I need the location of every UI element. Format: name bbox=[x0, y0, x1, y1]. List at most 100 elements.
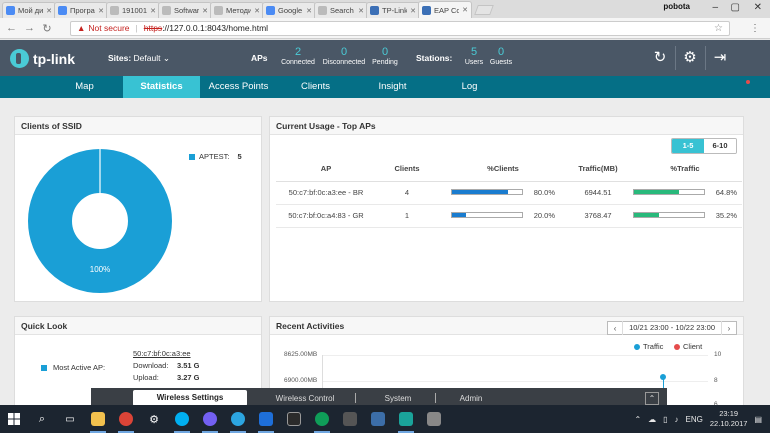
tab-wireless-settings[interactable]: Wireless Settings bbox=[133, 390, 247, 406]
app-header: tp-link Sites: Default ⌄ APs 2 Connected… bbox=[0, 40, 770, 76]
close-tab-icon[interactable]: ✕ bbox=[358, 7, 364, 15]
table-row[interactable]: 50:c7:bf:0c:a4:83 - GR 1 20.0% 3768.47 35.2% bbox=[276, 204, 742, 228]
col-clients[interactable]: Clients bbox=[376, 157, 438, 182]
browser-tab[interactable]: Мой дис✕ bbox=[2, 2, 56, 18]
legend-traffic[interactable]: Traffic bbox=[643, 342, 663, 351]
cloud-icon[interactable]: ☁ bbox=[648, 415, 656, 424]
aps-connected[interactable]: 2 Connected bbox=[280, 46, 316, 66]
close-window-icon[interactable]: ✕ bbox=[754, 2, 762, 13]
tplink-logo[interactable]: tp-link bbox=[10, 49, 75, 68]
browser-tab[interactable]: 1910012✕ bbox=[106, 2, 160, 18]
browser-tab[interactable]: Search re✕ bbox=[314, 2, 368, 18]
collapse-icon[interactable]: ⌃ bbox=[645, 391, 659, 405]
time-range-value[interactable]: 10/21 23:00 - 10/22 23:00 bbox=[622, 321, 722, 335]
url-field[interactable]: ▲ Not secure | https ://127.0.0.1:8043/h… bbox=[70, 20, 730, 36]
table-row[interactable]: 50:c7:bf:0c:a3:ee - BR 4 80.0% 6944.51 64.8% bbox=[276, 181, 742, 205]
browser-tab[interactable]: Google T✕ bbox=[262, 2, 316, 18]
file-explorer-icon[interactable] bbox=[84, 405, 112, 433]
app-window-icon[interactable] bbox=[336, 405, 364, 433]
traffic-data-point[interactable] bbox=[660, 374, 666, 380]
range-prev-icon[interactable]: ‹ bbox=[608, 324, 622, 333]
viber-icon[interactable] bbox=[196, 405, 224, 433]
chevron-up-icon[interactable]: ⌃ bbox=[634, 415, 641, 424]
close-tab-icon[interactable]: ✕ bbox=[202, 7, 208, 15]
nav-tab-insight[interactable]: Insight bbox=[354, 76, 431, 98]
col-pct-clients[interactable]: %Clients bbox=[438, 157, 568, 182]
gear-icon[interactable]: ⚙ bbox=[680, 48, 700, 68]
skype-icon[interactable] bbox=[168, 405, 196, 433]
nav-tab-statistics[interactable]: Statistics bbox=[123, 76, 200, 98]
site-selector[interactable]: Sites: Default ⌄ bbox=[108, 53, 170, 64]
settings-icon[interactable]: ⚙ bbox=[140, 405, 168, 433]
start-icon[interactable] bbox=[0, 405, 28, 433]
stations-users[interactable]: 5 Users bbox=[463, 46, 485, 66]
browser-menu-icon[interactable]: ⋮ bbox=[750, 23, 760, 34]
not-secure-label[interactable]: Not secure bbox=[88, 23, 129, 33]
profile-name[interactable]: pobota bbox=[663, 2, 690, 11]
nav-tab-map[interactable]: Map bbox=[46, 76, 123, 98]
browser-tab[interactable]: TP-Link A✕ bbox=[366, 2, 420, 18]
telegram-icon[interactable] bbox=[224, 405, 252, 433]
page-6-10-button[interactable]: 6-10 bbox=[704, 139, 736, 153]
close-tab-icon[interactable]: ✕ bbox=[462, 6, 468, 14]
url-protocol: https bbox=[143, 23, 163, 33]
close-tab-icon[interactable]: ✕ bbox=[46, 7, 52, 15]
col-pct-traffic[interactable]: %Traffic bbox=[628, 157, 742, 182]
nav-tab-access-points[interactable]: Access Points bbox=[200, 76, 277, 98]
clock[interactable]: 23:19 22.10.2017 bbox=[710, 409, 748, 429]
refresh-icon[interactable]: ↻ bbox=[650, 48, 670, 68]
maximize-icon[interactable]: ▢ bbox=[731, 2, 740, 13]
page-1-5-button[interactable]: 1-5 bbox=[672, 139, 704, 153]
col-traffic[interactable]: Traffic(MB) bbox=[568, 157, 628, 182]
nav-tab-log[interactable]: Log bbox=[431, 76, 508, 98]
tab-wireless-control[interactable]: Wireless Control bbox=[263, 394, 347, 403]
close-tab-icon[interactable]: ✕ bbox=[98, 7, 104, 15]
reload-icon[interactable]: ↻ bbox=[42, 22, 52, 35]
range-next-icon[interactable]: › bbox=[722, 324, 736, 333]
browser-tab[interactable]: Методи ✕ bbox=[210, 2, 264, 18]
language-indicator[interactable]: ENG bbox=[686, 415, 703, 424]
edge-icon[interactable] bbox=[252, 405, 280, 433]
back-icon[interactable]: ← bbox=[6, 22, 17, 34]
printer-icon[interactable] bbox=[420, 405, 448, 433]
task-view-icon[interactable]: ▭ bbox=[56, 405, 84, 433]
traffic-progress-bar bbox=[633, 212, 705, 219]
col-ap[interactable]: AP bbox=[276, 157, 376, 182]
logout-icon[interactable]: ⇥ bbox=[710, 48, 730, 68]
cell-pct-traffic: 35.2% bbox=[628, 204, 742, 228]
terminal-icon[interactable] bbox=[280, 405, 308, 433]
aps-disconnected[interactable]: 0 Disconnected bbox=[320, 46, 368, 66]
chrome-icon[interactable] bbox=[112, 405, 140, 433]
nav-tab-clients[interactable]: Clients bbox=[277, 76, 354, 98]
browser-tab[interactable]: EAP Cont✕ bbox=[418, 1, 472, 18]
bookmark-star-icon[interactable]: ☆ bbox=[714, 23, 723, 34]
browser-tab[interactable]: Software✕ bbox=[158, 2, 212, 18]
close-tab-icon[interactable]: ✕ bbox=[254, 7, 260, 15]
stations-label: Stations: bbox=[416, 53, 453, 63]
tab-system[interactable]: System bbox=[365, 394, 431, 403]
tools-icon[interactable] bbox=[392, 405, 420, 433]
forward-icon[interactable]: → bbox=[24, 22, 35, 34]
tab-admin[interactable]: Admin bbox=[443, 394, 499, 403]
stations-guests[interactable]: 0 Guests bbox=[488, 46, 514, 66]
notifications-icon[interactable]: ▤ bbox=[754, 415, 762, 424]
browser-tab[interactable]: Програм✕ bbox=[54, 2, 108, 18]
legend-client[interactable]: Client bbox=[683, 342, 702, 351]
monitor-icon[interactable] bbox=[364, 405, 392, 433]
aps-pending[interactable]: 0 Pending bbox=[370, 46, 400, 66]
new-tab-button[interactable] bbox=[474, 5, 494, 15]
minimize-icon[interactable]: – bbox=[712, 2, 718, 13]
network-icon[interactable]: ▯ bbox=[663, 415, 667, 424]
close-tab-icon[interactable]: ✕ bbox=[306, 7, 312, 15]
warning-icon[interactable]: ▲ bbox=[77, 23, 85, 33]
most-active-ap-link[interactable]: 50:c7:bf:0c:a3:ee bbox=[133, 349, 191, 358]
close-tab-icon[interactable]: ✕ bbox=[410, 7, 416, 15]
clients-pct-text: 20.0% bbox=[533, 210, 555, 220]
chrome-icon[interactable] bbox=[308, 405, 336, 433]
close-tab-icon[interactable]: ✕ bbox=[150, 7, 156, 15]
clients-of-ssid-title: Clients of SSID bbox=[15, 117, 261, 135]
upload-value: 3.27 G bbox=[177, 373, 200, 382]
volume-icon[interactable]: ♪ bbox=[675, 415, 679, 424]
legend-item-aptest[interactable]: APTEST: 5 bbox=[199, 152, 242, 161]
search-icon[interactable]: ⌕ bbox=[28, 405, 56, 433]
